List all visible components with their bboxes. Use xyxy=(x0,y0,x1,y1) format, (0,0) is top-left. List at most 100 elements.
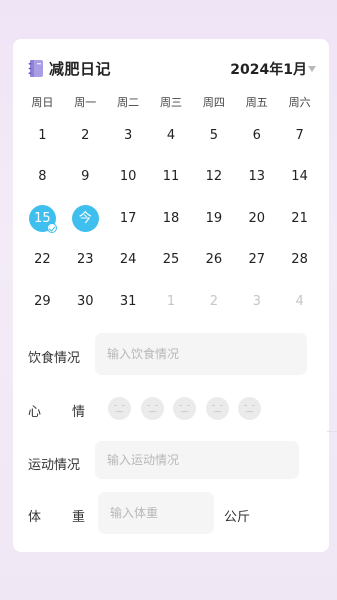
exercise-input[interactable] xyxy=(95,441,299,479)
calendar-day[interactable]: 29 xyxy=(29,288,56,315)
weight-unit: 公斤 xyxy=(224,510,251,525)
notebook-icon xyxy=(28,60,43,77)
calendar-day[interactable]: 24 xyxy=(115,246,142,273)
calendar-cell: 1 xyxy=(21,122,64,149)
calendar-day-number: 4 xyxy=(295,293,304,309)
calendar-day[interactable]: 25 xyxy=(158,246,185,273)
calendar-day-number: 24 xyxy=(119,252,137,268)
calendar-cell: 30 xyxy=(64,288,107,315)
calendar-day-number: 30 xyxy=(77,293,94,309)
calendar-day[interactable]: 19 xyxy=(200,205,227,232)
calendar-day[interactable]: 28 xyxy=(286,246,313,273)
calendar-day-number: 31 xyxy=(119,293,137,309)
calendar-cell: 10 xyxy=(107,163,150,190)
calendar-day-number: 25 xyxy=(162,252,180,268)
calendar-day: 1 xyxy=(158,288,185,315)
calendar-day-number: 21 xyxy=(291,210,308,226)
neutral-face-icon[interactable] xyxy=(205,397,229,420)
neutral-face-icon[interactable] xyxy=(173,397,196,420)
calendar-day-number: 5 xyxy=(209,128,218,143)
diary-card: 减肥日记 2024年1月 周日 周一 周二 周三 周四 周五 周六 123456… xyxy=(13,39,329,552)
weekday-label: 周五 xyxy=(245,96,268,109)
calendar-grid: 1 2 3 4 5 6 7 8 9 10 11 12 13 14 15 今 17 18 19 20 21 22 23 24 25… xyxy=(21,122,321,329)
calendar-cell: 3 xyxy=(107,122,150,149)
page-title: 减肥日记 xyxy=(49,60,112,78)
diet-label: 饮食情况 xyxy=(28,351,81,366)
calendar-day-number: 14 xyxy=(291,169,308,185)
calendar-day[interactable]: 8 xyxy=(29,163,56,190)
calendar-day[interactable]: 22 xyxy=(29,246,56,273)
calendar-cell: 9 xyxy=(64,163,107,190)
divider xyxy=(327,431,337,432)
calendar-day[interactable]: 2 xyxy=(72,122,99,149)
calendar-week-row: 22 23 24 25 26 27 28 xyxy=(21,246,321,287)
neutral-face-icon[interactable] xyxy=(238,397,261,420)
neutral-face-icon[interactable] xyxy=(140,397,164,420)
calendar-day-number: 27 xyxy=(248,252,265,268)
calendar-day-selected[interactable]: 15 xyxy=(28,204,57,233)
calendar-day[interactable]: 5 xyxy=(200,122,227,149)
calendar-day[interactable]: 26 xyxy=(200,246,227,273)
calendar-cell: 31 xyxy=(107,288,150,315)
calendar-day-number: 12 xyxy=(205,169,223,185)
calendar-cell: 15 xyxy=(21,204,64,233)
weight-label-char: 重 xyxy=(71,510,85,525)
calendar-day[interactable]: 1 xyxy=(29,122,56,149)
calendar-cell: 3 xyxy=(235,288,278,315)
calendar-day-number: 26 xyxy=(205,252,223,268)
calendar-day[interactable]: 10 xyxy=(115,163,142,190)
calendar-cell: 23 xyxy=(64,246,107,273)
calendar-week-row: 15 今 17 18 19 20 21 xyxy=(21,204,321,246)
calendar-day-today[interactable]: 今 xyxy=(71,204,99,232)
check-icon xyxy=(46,222,57,233)
calendar-day[interactable]: 20 xyxy=(243,205,270,232)
calendar-cell: 28 xyxy=(278,246,321,273)
calendar-day-number: 3 xyxy=(124,128,133,143)
calendar-cell: 12 xyxy=(192,163,235,190)
exercise-label: 运动情况 xyxy=(28,458,81,473)
calendar-day-number: 19 xyxy=(205,210,223,226)
calendar-day[interactable]: 4 xyxy=(158,122,185,149)
calendar-day[interactable]: 3 xyxy=(115,122,142,149)
calendar-day[interactable]: 18 xyxy=(158,205,185,232)
calendar-day[interactable]: 12 xyxy=(200,163,227,190)
weight-input[interactable] xyxy=(98,492,214,534)
calendar-day-number: 28 xyxy=(291,252,308,268)
calendar-cell: 4 xyxy=(278,288,321,315)
calendar-cell: 2 xyxy=(192,288,235,315)
calendar-cell: 25 xyxy=(150,246,193,273)
calendar-day[interactable]: 11 xyxy=(158,163,185,190)
chevron-down-icon[interactable] xyxy=(308,66,316,72)
calendar-cell: 5 xyxy=(192,122,235,149)
calendar-day[interactable]: 31 xyxy=(115,288,142,315)
mood-label: 心 情 xyxy=(28,401,85,420)
calendar-cell: 6 xyxy=(235,122,278,149)
calendar-day[interactable]: 30 xyxy=(72,288,99,315)
calendar-day: 2 xyxy=(200,288,227,315)
calendar-day[interactable]: 23 xyxy=(72,246,99,273)
calendar-cell: 11 xyxy=(150,163,193,190)
calendar-day-number: 1 xyxy=(166,293,176,309)
calendar-day-number: 20 xyxy=(248,210,265,226)
calendar-cell: 4 xyxy=(150,122,193,149)
calendar-day[interactable]: 6 xyxy=(243,122,270,149)
calendar-week-row: 1 2 3 4 5 6 7 xyxy=(21,122,321,163)
month-selector[interactable]: 2024年1月 xyxy=(230,59,307,79)
calendar-day[interactable]: 21 xyxy=(286,205,313,232)
neutral-face-icon[interactable] xyxy=(108,397,131,420)
calendar-cell: 27 xyxy=(235,246,278,273)
weekday-label: 周四 xyxy=(202,96,225,109)
calendar-day[interactable]: 27 xyxy=(243,246,270,273)
calendar-day-number: 3 xyxy=(252,293,261,309)
weekday-label: 周六 xyxy=(288,96,311,109)
calendar-day[interactable]: 14 xyxy=(286,163,313,190)
weekday-label: 周一 xyxy=(74,96,97,109)
calendar-day[interactable]: 17 xyxy=(115,205,142,232)
calendar-day[interactable]: 7 xyxy=(286,122,313,149)
calendar-day[interactable]: 9 xyxy=(72,163,99,190)
diet-input[interactable] xyxy=(95,333,307,375)
calendar-day[interactable]: 13 xyxy=(243,163,270,190)
calendar-cell: 24 xyxy=(107,246,150,273)
card-header: 减肥日记 2024年1月 xyxy=(13,39,329,99)
mood-label-char: 心 xyxy=(28,405,42,420)
